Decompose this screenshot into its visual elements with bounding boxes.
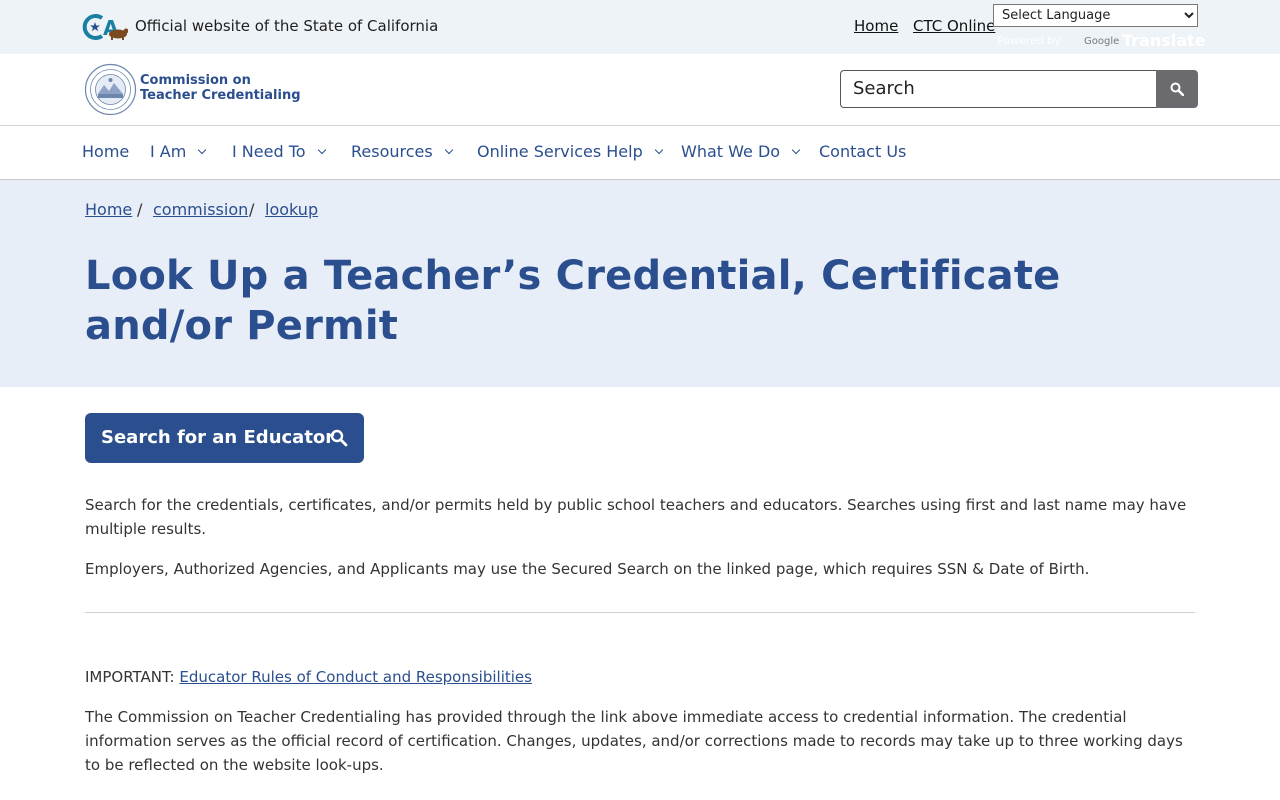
nav-item-contact-us[interactable]: Contact Us [819,142,906,162]
search-input[interactable]: Search [840,70,1158,108]
site-header: Commission on Teacher Credentialing Sear… [0,54,1280,126]
utility-bar: A Official website of the State of Calif… [0,0,1280,54]
search-for-educator-label: Search for an Educator [101,427,335,448]
official-record-paragraph: The Commission on Teacher Credentialing … [85,708,1183,774]
search-icon [1170,82,1184,96]
nav-item-i-need-to[interactable]: I Need To [232,142,326,162]
nav-item-what-we-do[interactable]: What We Do [681,142,801,162]
commission-seal-icon[interactable] [84,63,137,116]
chevron-down-icon [198,145,207,155]
breadcrumb-lookup[interactable]: lookup [265,200,318,220]
rules-of-conduct-link[interactable]: Educator Rules of Conduct and Responsibi… [179,668,532,686]
breadcrumb-home[interactable]: Home [85,200,132,220]
content-divider [85,612,1195,613]
organization-name[interactable]: Commission on Teacher Credentialing [140,73,301,103]
translate-link[interactable]: Translate [1122,31,1206,50]
chevron-down-icon [317,145,326,155]
search-icon [330,429,348,447]
chevron-down-icon [444,145,453,155]
california-logo-icon[interactable]: A [82,13,128,41]
page-hero: Home / commission / lookup Look Up a Tea… [0,180,1280,387]
intro-paragraph: Search for the credentials, certificates… [85,496,1187,538]
nav-item-home[interactable]: Home [82,142,129,162]
chevron-down-icon [654,145,663,155]
breadcrumb-separator: / [137,200,143,219]
google-logo-text: Google [1084,36,1120,47]
utility-link-ctc-online[interactable]: CTC Online [913,16,995,36]
search-for-educator-button[interactable]: Search for an Educator [85,413,364,463]
nav-item-i-am[interactable]: I Am [150,142,207,162]
important-paragraph: IMPORTANT: Educator Rules of Conduct and… [85,665,1195,689]
main-navigation: Home I Am I Need To Resources Online Ser… [0,126,1280,180]
org-name-line2: Teacher Credentialing [140,88,301,103]
powered-by-text: Powered by [997,34,1061,47]
chevron-down-icon [791,145,801,155]
important-label: IMPORTANT: [85,668,175,686]
page-title: Look Up a Teacher’s Credential, Certific… [85,253,1061,349]
utility-link-home[interactable]: Home [854,16,898,36]
official-website-text: Official website of the State of Califor… [135,17,439,35]
breadcrumb-commission[interactable]: commission [153,200,248,220]
nav-item-online-services-help[interactable]: Online Services Help [477,142,663,162]
org-name-line1: Commission on [140,73,251,88]
language-select[interactable]: Select Language [993,4,1198,27]
search-button[interactable] [1156,70,1198,108]
secured-search-paragraph: Employers, Authorized Agencies, and Appl… [85,560,1090,578]
nav-item-resources[interactable]: Resources [351,142,453,162]
breadcrumb-separator: / [249,200,255,219]
